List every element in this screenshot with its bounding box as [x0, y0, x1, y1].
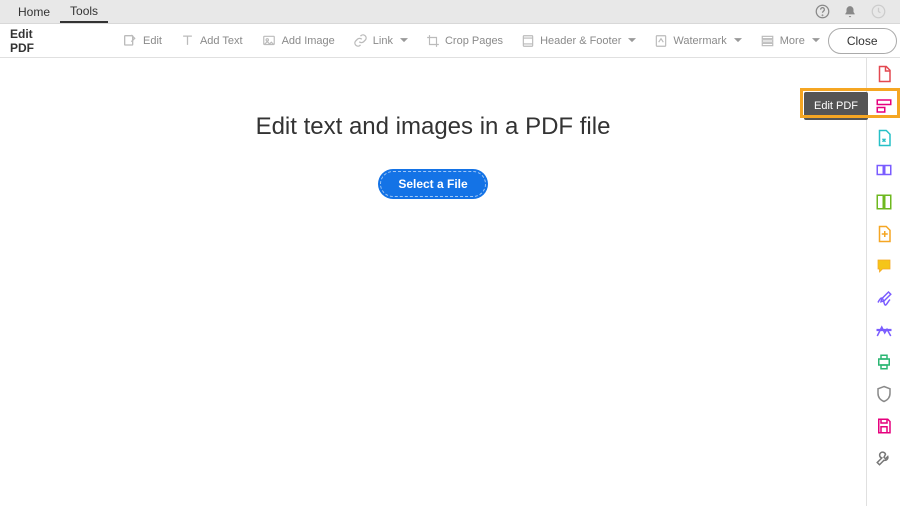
watermark-label: Watermark — [673, 35, 726, 47]
protect-icon[interactable] — [874, 384, 894, 404]
edit-label: Edit — [143, 35, 162, 47]
chevron-down-icon — [628, 38, 636, 43]
close-button[interactable]: Close — [828, 28, 897, 54]
tools-rail: Edit PDF — [866, 58, 900, 506]
menu-tools[interactable]: Tools — [60, 1, 108, 23]
chevron-down-icon — [400, 38, 408, 43]
help-icon[interactable] — [814, 4, 830, 20]
crop-pages-button[interactable]: Crop Pages — [418, 29, 511, 53]
crop-label: Crop Pages — [445, 35, 503, 47]
add-text-label: Add Text — [200, 35, 243, 47]
edit-pdf-icon[interactable] — [874, 96, 894, 116]
edit-button[interactable]: Edit — [114, 29, 170, 53]
export-pdf-icon[interactable] — [874, 128, 894, 148]
organize-icon[interactable] — [874, 192, 894, 212]
menu-bar: Home Tools — [0, 0, 900, 24]
header-footer-label: Header & Footer — [540, 35, 621, 47]
account-icon[interactable] — [870, 4, 886, 20]
link-button[interactable]: Link — [345, 29, 416, 52]
print-icon[interactable] — [874, 352, 894, 372]
create-pdf-icon[interactable] — [874, 64, 894, 84]
sign-icon[interactable] — [874, 288, 894, 308]
chevron-down-icon — [812, 38, 820, 43]
notification-bell-icon[interactable] — [842, 4, 858, 20]
edit-pdf-toolbar: Edit PDF Edit Add Text Add Image Link Cr… — [0, 24, 900, 58]
add-text-button[interactable]: Add Text — [172, 29, 251, 52]
main-content: Edit text and images in a PDF file Selec… — [0, 58, 866, 506]
combine-icon[interactable] — [874, 160, 894, 180]
more-button[interactable]: More — [752, 30, 828, 52]
more-label: More — [780, 35, 805, 47]
comment-icon[interactable] — [874, 256, 894, 276]
link-label: Link — [373, 35, 393, 47]
edit-pdf-tooltip: Edit PDF — [804, 92, 868, 120]
menu-home[interactable]: Home — [8, 2, 60, 22]
compress-icon[interactable] — [874, 224, 894, 244]
add-image-label: Add Image — [282, 35, 335, 47]
toolbar-title: Edit PDF — [0, 27, 44, 55]
headline: Edit text and images in a PDF file — [0, 113, 866, 141]
redact-icon[interactable] — [874, 320, 894, 340]
tools-icon[interactable] — [874, 448, 894, 468]
header-footer-button[interactable]: Header & Footer — [513, 29, 644, 53]
add-image-button[interactable]: Add Image — [253, 30, 343, 52]
watermark-button[interactable]: Watermark — [646, 29, 749, 53]
select-file-button[interactable]: Select a File — [378, 169, 487, 199]
save-icon[interactable] — [874, 416, 894, 436]
chevron-down-icon — [734, 38, 742, 43]
